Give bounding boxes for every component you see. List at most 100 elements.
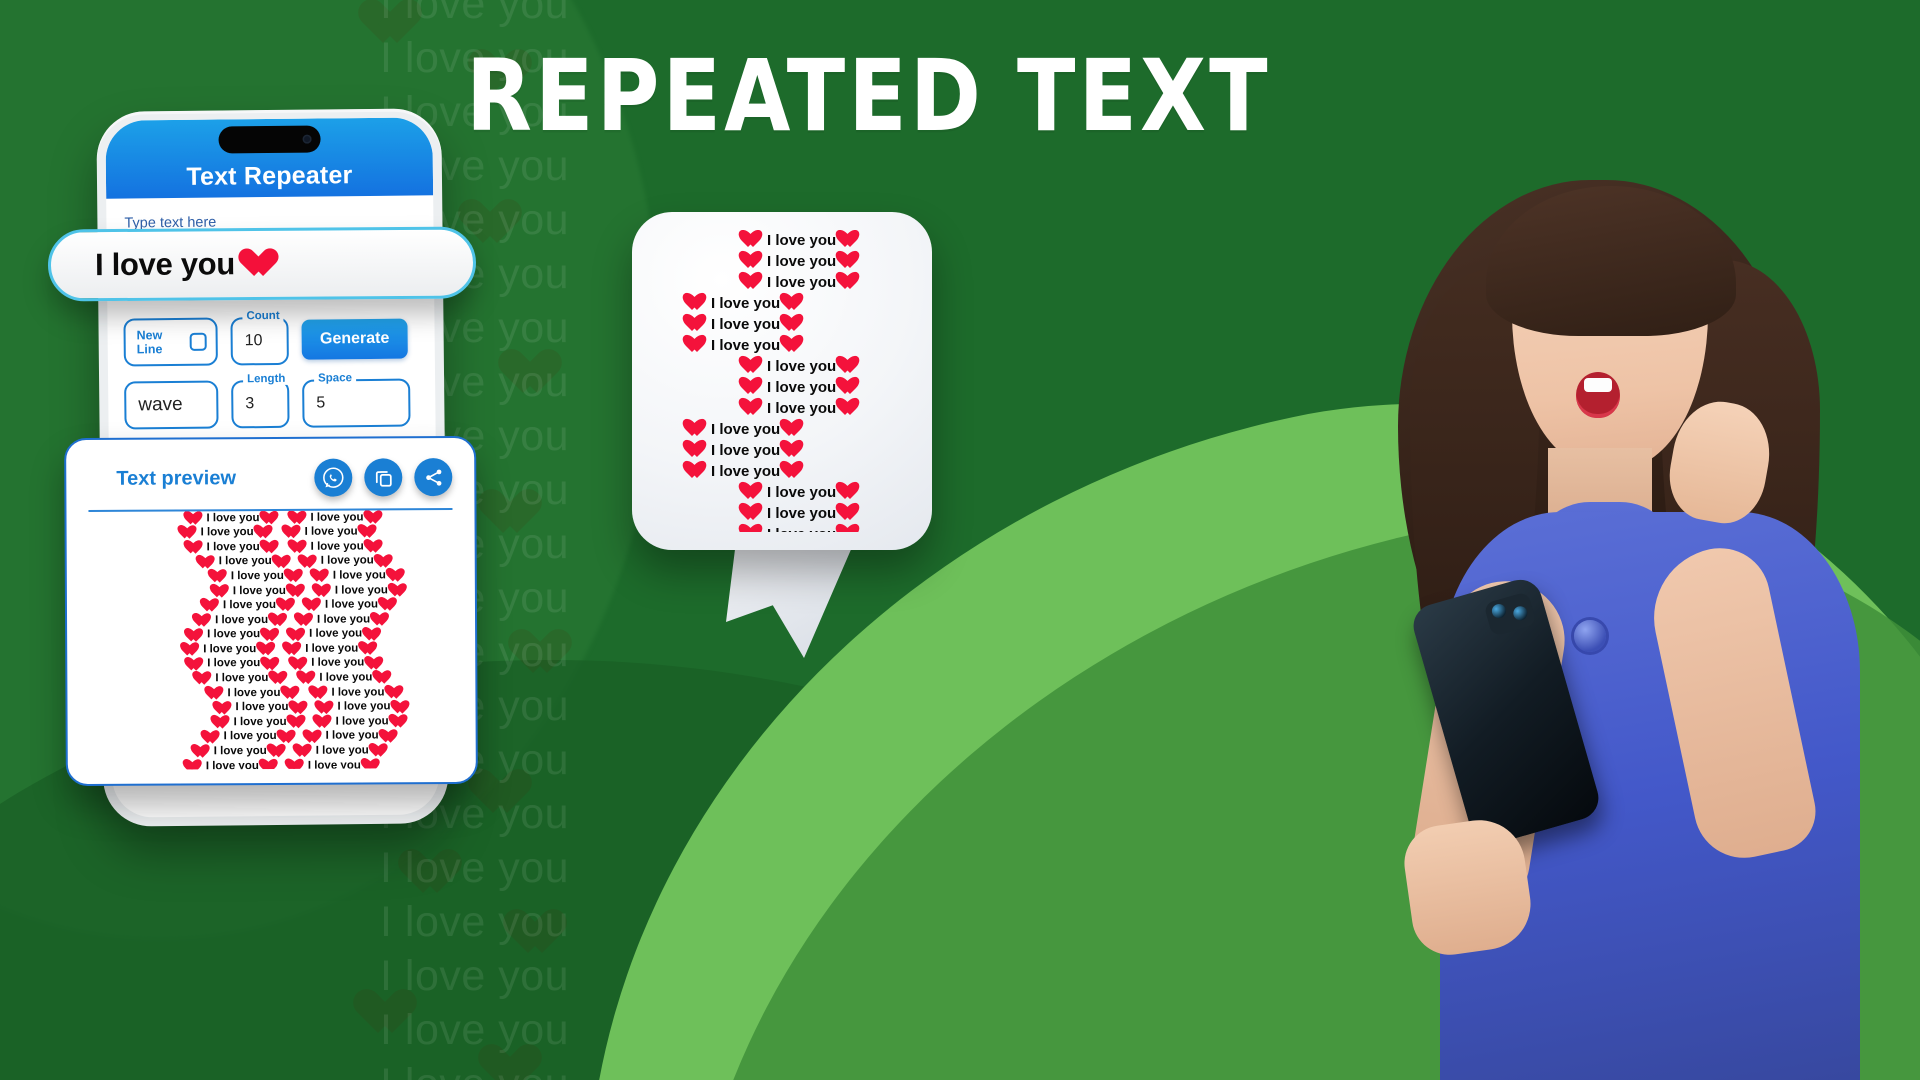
repeat-text: I love you xyxy=(310,511,364,524)
repeat-line: I love you xyxy=(296,744,411,759)
repeat-line: I love you xyxy=(299,671,410,686)
heart-icon xyxy=(783,314,805,334)
heart-icon xyxy=(381,598,398,613)
heart-icon xyxy=(686,461,708,481)
heart-icon xyxy=(373,612,390,627)
phone-notch xyxy=(217,125,321,154)
repeat-line: I love you xyxy=(742,377,918,397)
repeat-line: I love you xyxy=(686,335,918,355)
repeat-line: I love you xyxy=(742,356,918,376)
share-icon[interactable] xyxy=(414,458,453,497)
copy-icon[interactable] xyxy=(364,458,403,497)
heart-icon xyxy=(742,524,764,532)
preview-actions xyxy=(314,458,453,497)
new-line-toggle[interactable]: New Line xyxy=(123,317,218,367)
repeat-line: I love you xyxy=(686,314,918,334)
repeat-text: I love you xyxy=(324,598,379,611)
heart-icon xyxy=(299,671,316,686)
repeat-line: I love you xyxy=(742,251,918,271)
repeat-line: I love you xyxy=(285,642,410,657)
repeat-text: I love you xyxy=(305,642,359,655)
repeat-line: I love you xyxy=(686,461,918,481)
style-field[interactable]: wave xyxy=(124,380,219,430)
speech-bubble: I love you I love you I love you I love you… xyxy=(632,212,932,550)
heart-icon xyxy=(296,744,313,759)
repeat-text: I love you xyxy=(711,420,781,438)
heart-icon xyxy=(742,230,764,250)
repeat-text: I love you xyxy=(310,540,364,553)
heart-icon xyxy=(839,398,861,418)
heart-icon xyxy=(364,758,381,770)
repeat-text: I love you xyxy=(767,527,836,533)
repeat-line: I love you xyxy=(315,583,410,598)
repeat-line: I love you xyxy=(317,700,410,715)
repeat-text: I love you xyxy=(337,700,391,713)
red-heart-icon xyxy=(246,248,280,279)
page-title: Repeated Text xyxy=(466,38,1271,154)
repeat-text: I love you xyxy=(767,273,837,291)
preview-header: Text preview xyxy=(66,438,474,498)
heart-icon xyxy=(361,525,378,540)
count-field[interactable]: Count 10 xyxy=(230,309,289,366)
repeat-line: I love you xyxy=(316,715,411,730)
repeat-text: I love you xyxy=(319,671,373,684)
heart-icon xyxy=(392,714,409,729)
heart-icon xyxy=(839,356,861,376)
heart-icon xyxy=(783,419,805,439)
heart-icon xyxy=(387,685,404,700)
repeat-line: I love you xyxy=(686,419,918,439)
heart-icon xyxy=(742,377,764,397)
repeat-line: I love you xyxy=(742,503,918,523)
text-input-field[interactable]: I love you xyxy=(47,226,477,302)
heart-icon xyxy=(686,440,708,460)
repeat-line: I love you xyxy=(311,685,410,700)
app-header: Text Repeater xyxy=(105,117,434,199)
text-preview-card: Text preview I love you I love you I lov… xyxy=(64,435,478,787)
heart-icon xyxy=(686,293,708,313)
heart-icon xyxy=(305,598,322,613)
generate-button[interactable]: Generate xyxy=(301,318,408,360)
heart-icon xyxy=(839,272,861,292)
speech-bubble-text: I love you I love you I love you I love you… xyxy=(646,230,918,533)
repeat-line: I love you xyxy=(290,510,409,525)
repeat-line: I love you xyxy=(742,398,918,418)
length-label: Length xyxy=(243,372,290,386)
length-field[interactable]: Length 3 xyxy=(231,372,290,429)
heart-icon xyxy=(686,419,708,439)
heart-icon xyxy=(316,715,333,730)
repeat-text: I love you xyxy=(767,252,837,270)
heart-icon xyxy=(783,335,805,355)
heart-icon xyxy=(839,377,861,397)
whatsapp-icon[interactable] xyxy=(314,458,353,497)
controls-area: New Line Count 10 Generate wave Length 3 xyxy=(123,309,421,444)
repeat-text: I love you xyxy=(711,336,781,354)
heart-icon xyxy=(839,482,861,502)
repeat-text: I love you xyxy=(304,525,358,538)
repeat-text: I love you xyxy=(767,504,837,522)
heart-icon xyxy=(291,540,308,555)
new-line-checkbox[interactable] xyxy=(189,332,207,351)
repeat-text: I love you xyxy=(332,569,386,582)
space-value: 5 xyxy=(316,394,326,412)
front-camera-icon xyxy=(302,134,312,144)
heart-icon xyxy=(742,482,764,502)
repeat-line: I love you xyxy=(306,729,411,744)
heart-icon xyxy=(742,251,764,271)
heart-icon xyxy=(783,440,805,460)
repeat-line: I love you xyxy=(742,524,918,533)
heart-icon xyxy=(288,759,305,770)
repeat-line: I love you xyxy=(301,554,410,569)
heart-icon xyxy=(313,569,330,584)
heart-icon xyxy=(301,554,318,569)
repeat-line: I love you xyxy=(313,569,410,584)
space-field[interactable]: Space 5 xyxy=(302,372,411,428)
heart-icon xyxy=(290,511,307,526)
preview-title: Text preview xyxy=(116,466,237,490)
repeat-text: I love you xyxy=(711,294,781,312)
heart-icon xyxy=(839,503,861,523)
repeat-text: I love you xyxy=(320,554,374,568)
heart-icon xyxy=(372,744,389,759)
heart-icon xyxy=(389,568,406,583)
heart-icon xyxy=(783,461,805,481)
repeat-text: I love you xyxy=(315,744,369,757)
